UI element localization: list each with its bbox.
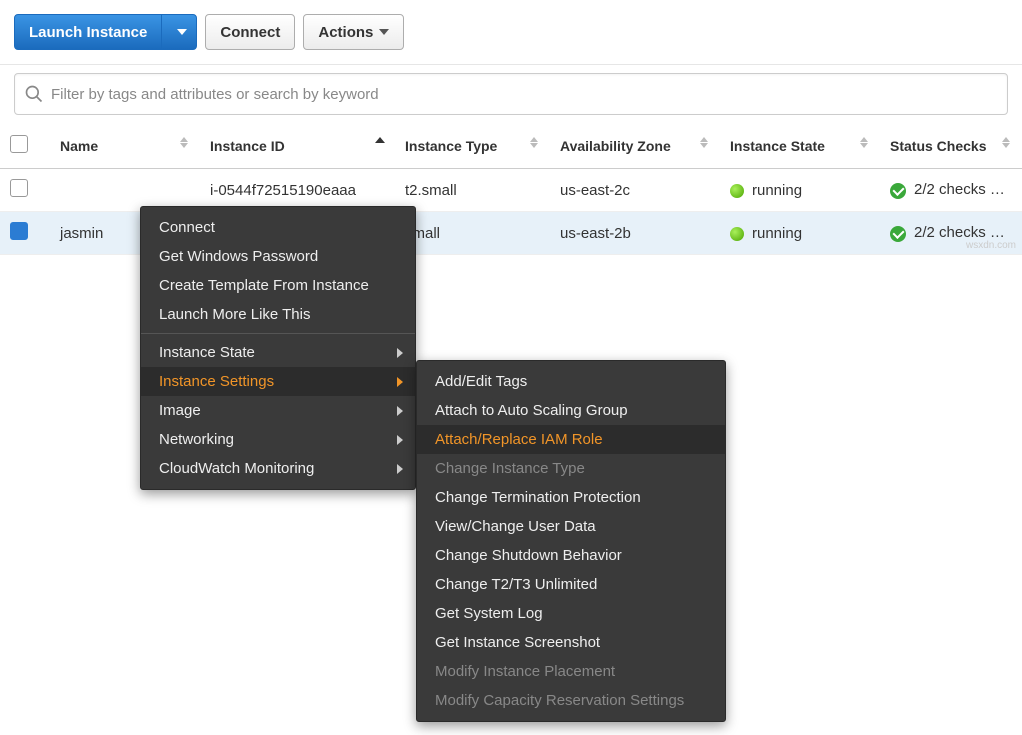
search-row <box>0 65 1022 123</box>
chevron-right-icon <box>397 435 403 445</box>
sub-get-screenshot[interactable]: Get Instance Screenshot <box>417 628 725 657</box>
chevron-right-icon <box>397 348 403 358</box>
cell-instance-type: small <box>395 212 550 255</box>
chevron-right-icon <box>397 464 403 474</box>
sort-icon <box>530 137 540 149</box>
sub-change-instance-type: Change Instance Type <box>417 454 725 483</box>
ctx-networking[interactable]: Networking <box>141 425 415 454</box>
check-pass-icon <box>890 183 906 199</box>
column-instance-type[interactable]: Instance Type <box>395 123 550 169</box>
search-box[interactable] <box>14 73 1008 115</box>
cell-az: us-east-2b <box>550 212 720 255</box>
column-instance-state[interactable]: Instance State <box>720 123 880 169</box>
actions-label: Actions <box>318 24 373 41</box>
sub-modify-placement: Modify Instance Placement <box>417 657 725 686</box>
sort-asc-icon <box>375 137 385 143</box>
context-menu: Connect Get Windows Password Create Temp… <box>140 206 416 490</box>
caret-down-icon <box>379 29 389 35</box>
checkbox-icon <box>10 135 28 153</box>
sub-change-term-protect[interactable]: Change Termination Protection <box>417 483 725 512</box>
cell-state: running <box>720 212 880 255</box>
sort-icon <box>700 137 710 149</box>
status-running-icon <box>730 184 744 198</box>
chevron-right-icon <box>397 377 403 387</box>
column-availability-zone[interactable]: Availability Zone <box>550 123 720 169</box>
ctx-launch-more[interactable]: Launch More Like This <box>141 300 415 329</box>
ctx-connect[interactable]: Connect <box>141 213 415 242</box>
ctx-instance-settings[interactable]: Instance Settings <box>141 367 415 396</box>
cell-state: running <box>720 169 880 212</box>
sort-icon <box>180 137 190 149</box>
caret-down-icon <box>177 29 187 35</box>
sort-icon <box>860 137 870 149</box>
column-name[interactable]: Name <box>50 123 200 169</box>
sub-view-user-data[interactable]: View/Change User Data <box>417 512 725 541</box>
ctx-create-template[interactable]: Create Template From Instance <box>141 271 415 300</box>
search-icon <box>23 83 45 105</box>
status-running-icon <box>730 227 744 241</box>
search-input[interactable] <box>51 86 999 103</box>
column-status-checks[interactable]: Status Checks <box>880 123 1022 169</box>
launch-instance-button[interactable]: Launch Instance <box>14 14 162 50</box>
launch-instance-dropdown-button[interactable] <box>161 14 197 50</box>
chevron-right-icon <box>397 406 403 416</box>
cell-az: us-east-2c <box>550 169 720 212</box>
sub-add-edit-tags[interactable]: Add/Edit Tags <box>417 367 725 396</box>
ctx-image[interactable]: Image <box>141 396 415 425</box>
sub-modify-capacity: Modify Capacity Reservation Settings <box>417 686 725 715</box>
ctx-cloudwatch[interactable]: CloudWatch Monitoring <box>141 454 415 483</box>
cell-instance-type: t2.small <box>395 169 550 212</box>
watermark: wsxdn.com <box>966 240 1016 251</box>
separator <box>141 333 415 334</box>
sub-change-shutdown[interactable]: Change Shutdown Behavior <box>417 541 725 570</box>
row-checkbox[interactable] <box>10 179 28 197</box>
connect-button[interactable]: Connect <box>205 14 295 50</box>
sub-get-syslog[interactable]: Get System Log <box>417 599 725 628</box>
column-instance-id[interactable]: Instance ID <box>200 123 395 169</box>
table-header-row: Name Instance ID Instance Type Availabil… <box>0 123 1022 169</box>
ctx-instance-state[interactable]: Instance State <box>141 338 415 367</box>
cell-checks: 2/2 checks … <box>880 169 1022 212</box>
row-checkbox[interactable] <box>10 222 28 240</box>
select-all-header[interactable] <box>0 123 50 169</box>
sort-icon <box>1002 137 1012 149</box>
sub-attach-iam[interactable]: Attach/Replace IAM Role <box>417 425 725 454</box>
check-pass-icon <box>890 226 906 242</box>
actions-button[interactable]: Actions <box>303 14 404 50</box>
sub-change-t2t3[interactable]: Change T2/T3 Unlimited <box>417 570 725 599</box>
sub-attach-asg[interactable]: Attach to Auto Scaling Group <box>417 396 725 425</box>
context-submenu: Add/Edit Tags Attach to Auto Scaling Gro… <box>416 360 726 722</box>
ctx-get-windows-password[interactable]: Get Windows Password <box>141 242 415 271</box>
toolbar: Launch Instance Connect Actions <box>0 0 1022 65</box>
